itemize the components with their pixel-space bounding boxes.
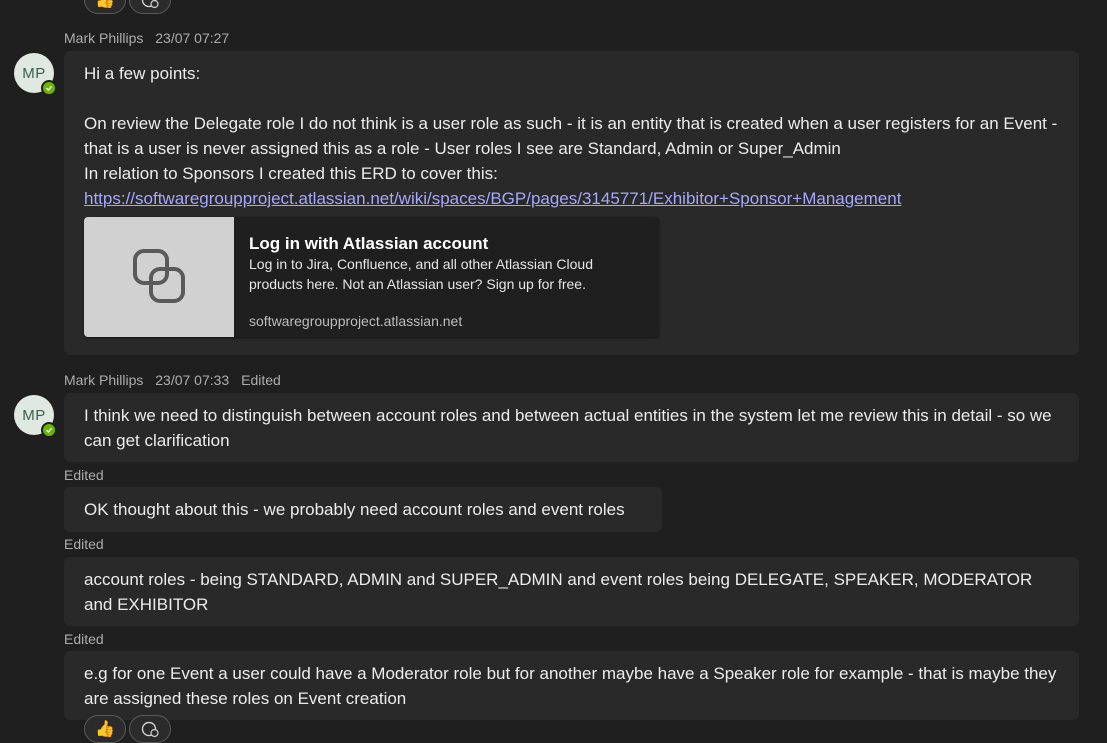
message-timestamp: 23/07 07:27 bbox=[155, 30, 230, 46]
avatar-initials: MP bbox=[22, 406, 46, 424]
edited-label: Edited bbox=[64, 631, 104, 647]
message-text: In relation to Sponsors I created this E… bbox=[84, 164, 498, 183]
avatar-initials: MP bbox=[22, 64, 46, 82]
message-link[interactable]: https://softwaregroupproject.atlassian.n… bbox=[84, 189, 901, 208]
edited-label: Edited bbox=[64, 536, 104, 552]
avatar[interactable]: MP bbox=[14, 395, 57, 438]
edited-label: Edited bbox=[64, 467, 104, 483]
presence-available-icon bbox=[41, 422, 57, 438]
thumbs-up-icon: 👍 bbox=[95, 0, 115, 9]
link-preview-title: Log in with Atlassian account bbox=[249, 234, 489, 253]
message-bubble[interactable]: OK thought about this - we probably need… bbox=[64, 487, 662, 532]
message-header: Mark Phillips 23/07 07:33 Edited bbox=[64, 372, 289, 388]
add-reaction-button[interactable] bbox=[129, 715, 171, 743]
message-text: account roles - being STANDARD, ADMIN an… bbox=[84, 570, 1033, 614]
presence-available-icon bbox=[41, 80, 57, 96]
avatar[interactable]: MP bbox=[14, 53, 57, 96]
message-bubble[interactable]: Hi a few points: On review the Delegate … bbox=[64, 51, 1079, 355]
message-timestamp: 23/07 07:33 bbox=[155, 372, 230, 388]
edited-label: Edited bbox=[241, 372, 281, 388]
reaction-thumbs-up[interactable]: 👍 bbox=[84, 715, 126, 743]
author-name[interactable]: Mark Phillips bbox=[64, 372, 143, 388]
link-preview-card[interactable]: Log in with Atlassian account Log in to … bbox=[84, 217, 659, 337]
add-reaction-button[interactable] bbox=[129, 0, 171, 14]
link-preview-domain: softwaregroupproject.atlassian.net bbox=[249, 313, 463, 329]
thumbs-up-icon: 👍 bbox=[95, 721, 115, 738]
add-reaction-icon bbox=[141, 0, 159, 9]
add-reaction-icon bbox=[141, 721, 159, 738]
message-text: Hi a few points: bbox=[84, 64, 201, 83]
message-text: OK thought about this - we probably need… bbox=[84, 500, 625, 519]
link-chain-icon bbox=[133, 249, 185, 303]
message-text: I think we need to distinguish between a… bbox=[84, 406, 1052, 450]
message-bubble[interactable]: e.g for one Event a user could have a Mo… bbox=[64, 651, 1079, 720]
message-header: Mark Phillips 23/07 07:27 bbox=[64, 30, 237, 46]
message-bubble[interactable]: account roles - being STANDARD, ADMIN an… bbox=[64, 557, 1079, 626]
link-preview-description: Log in to Jira, Confluence, and all othe… bbox=[249, 256, 593, 292]
message-text: On review the Delegate role I do not thi… bbox=[84, 114, 1058, 158]
message-bubble[interactable]: I think we need to distinguish between a… bbox=[64, 393, 1079, 462]
message-text: e.g for one Event a user could have a Mo… bbox=[84, 664, 1057, 708]
link-preview-thumbnail bbox=[84, 217, 234, 337]
author-name[interactable]: Mark Phillips bbox=[64, 30, 143, 46]
reaction-thumbs-up[interactable]: 👍 bbox=[84, 0, 126, 14]
